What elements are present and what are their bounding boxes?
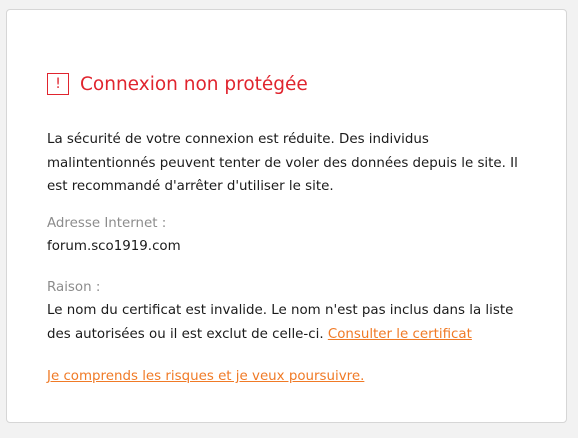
address-value: forum.sco1919.com — [47, 239, 181, 254]
warning-icon: ! — [47, 73, 69, 95]
page-title: Connexion non protégée — [80, 73, 308, 95]
view-certificate-link[interactable]: Consulter le certificat — [328, 327, 472, 342]
reason-label: Raison : — [47, 280, 101, 295]
proceed-container: Je comprends les risques et je veux pour… — [47, 367, 364, 387]
warning-header: ! Connexion non protégée — [47, 73, 308, 95]
warning-description: La sécurité de votre connexion est rédui… — [47, 132, 518, 194]
reason-text-block: Le nom du certificat est invalide. Le no… — [47, 299, 537, 346]
address-label: Adresse Internet : — [47, 216, 167, 231]
warning-card: ! Connexion non protégée La sécurité de … — [6, 9, 567, 423]
proceed-anyway-link[interactable]: Je comprends les risques et je veux pour… — [47, 369, 364, 384]
